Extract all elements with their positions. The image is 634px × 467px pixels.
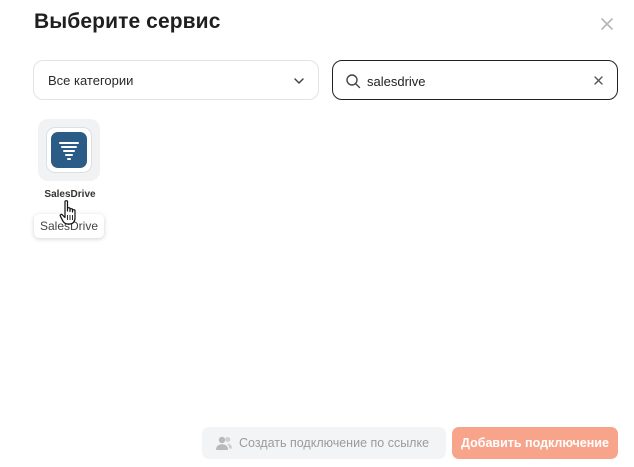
add-connection-button[interactable]: Добавить подключение: [452, 427, 618, 459]
service-tooltip: SalesDrive: [34, 214, 105, 238]
category-select-value: Все категории: [48, 73, 134, 88]
dialog-title: Выберите сервис: [34, 10, 221, 33]
service-name: SalesDrive: [44, 189, 96, 200]
salesdrive-logo: [51, 132, 87, 168]
close-icon: [601, 18, 613, 30]
search-field[interactable]: [332, 60, 618, 100]
create-link-connection-label: Создать подключение по ссылке: [239, 436, 430, 450]
search-input[interactable]: [367, 71, 577, 91]
add-connection-label: Добавить подключение: [461, 436, 609, 450]
search-icon: [346, 74, 361, 89]
close-button[interactable]: [597, 14, 617, 34]
users-icon: [216, 436, 232, 450]
service-tile[interactable]: [38, 119, 100, 181]
create-link-connection-button[interactable]: Создать подключение по ссылке: [202, 427, 446, 459]
clear-icon[interactable]: [593, 75, 604, 86]
service-logo-frame: [46, 127, 92, 173]
chevron-down-icon: [294, 78, 304, 84]
category-select[interactable]: Все категории: [33, 60, 319, 100]
service-card-salesdrive[interactable]: SalesDrive: [38, 119, 102, 200]
funnel-icon: [59, 142, 79, 160]
